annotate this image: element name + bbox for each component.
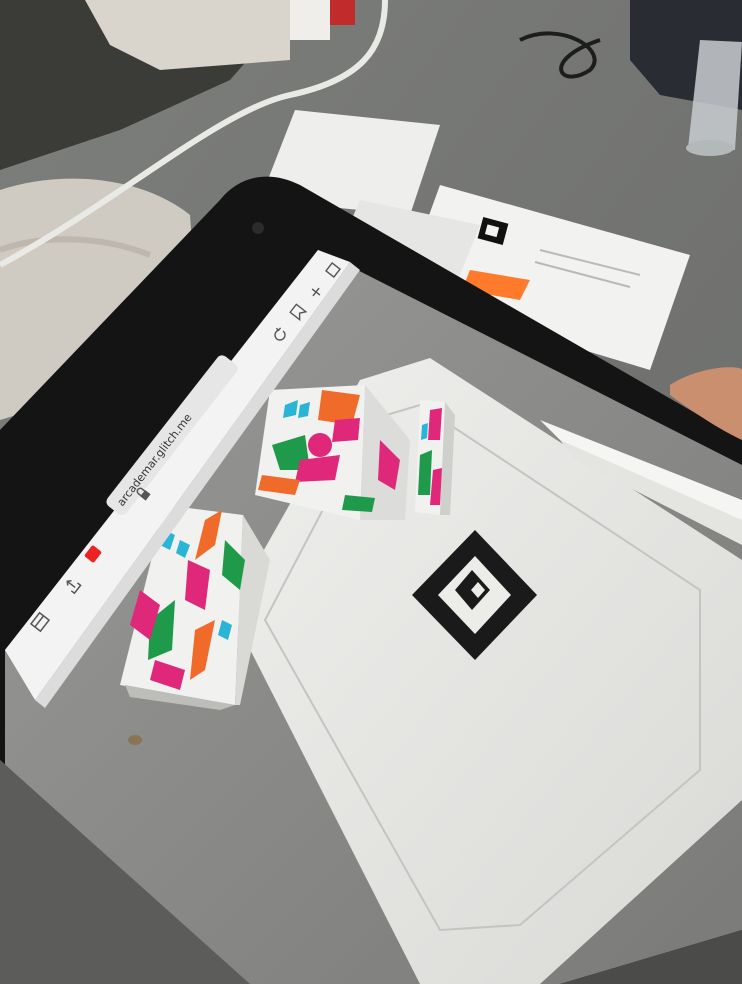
- ar-cube-small: [415, 400, 455, 515]
- photo-canvas: arcademar.glitch.me: [0, 0, 742, 984]
- photo-scene: arcademar.glitch.me: [0, 0, 742, 984]
- camera-lens: [252, 222, 264, 234]
